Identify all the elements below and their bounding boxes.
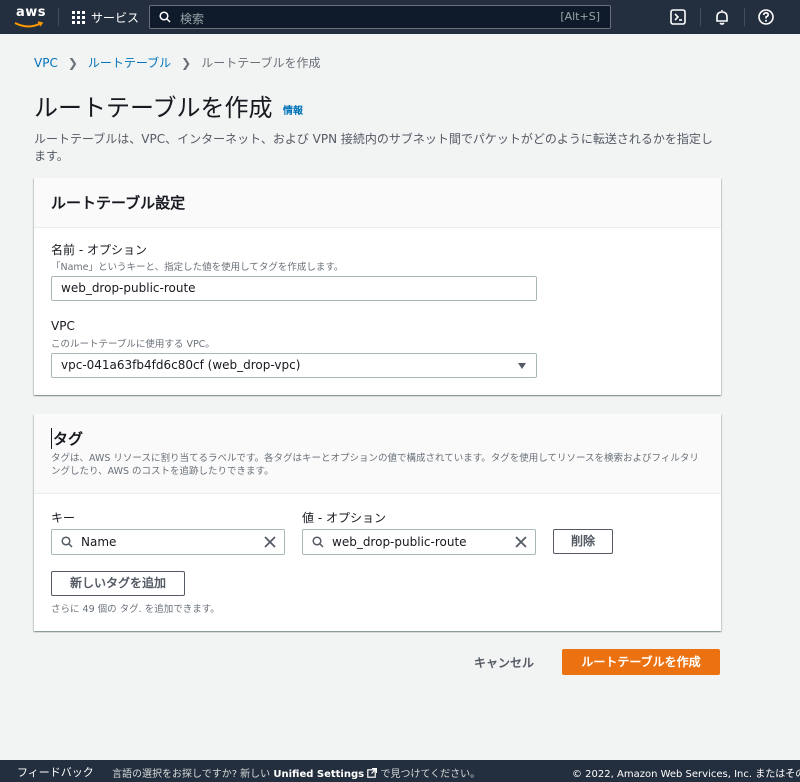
aws-logo-text: aws bbox=[16, 5, 47, 20]
panel-title: ルートテーブル設定 bbox=[51, 194, 186, 212]
page-title: ルートテーブルを作成 bbox=[34, 94, 273, 122]
language-notice: 言語の選択をお探しですか? 新しい Unified Settings で見つけて… bbox=[112, 765, 480, 780]
tags-description: タグは、AWS リソースに割り当てるラベルです。各タグはキーとオプションの値で構… bbox=[51, 453, 699, 477]
grid-icon bbox=[72, 10, 85, 24]
panel-title: タグ bbox=[51, 428, 704, 449]
tags-remaining-hint: さらに 49 個の タグ. を追加できます。 bbox=[51, 604, 220, 615]
name-value: web_drop-public-route bbox=[61, 281, 196, 295]
services-menu[interactable]: サービス bbox=[72, 8, 139, 26]
unified-settings-link[interactable]: Unified Settings bbox=[273, 769, 364, 780]
name-field[interactable]: web_drop-public-route bbox=[51, 276, 537, 301]
aws-logo[interactable]: aws bbox=[14, 4, 46, 30]
clear-icon[interactable] bbox=[264, 536, 276, 548]
name-label: 名前 - オプション bbox=[51, 243, 147, 257]
panel-header: ルートテーブル設定 bbox=[34, 178, 721, 228]
info-link[interactable]: 情報 bbox=[283, 102, 303, 117]
search-icon bbox=[312, 536, 324, 548]
nav-divider bbox=[744, 8, 745, 26]
chevron-right-icon: ❯ bbox=[67, 55, 78, 70]
tag-value-input[interactable]: web_drop-public-route bbox=[302, 529, 536, 555]
top-navigation: aws サービス 検索 [Alt+S] bbox=[0, 0, 800, 34]
nav-divider bbox=[58, 8, 59, 26]
cancel-button[interactable]: キャンセル bbox=[474, 654, 534, 671]
tag-value-value: web_drop-public-route bbox=[332, 535, 467, 549]
footer: フィードバック 言語の選択をお探しですか? 新しい Unified Settin… bbox=[0, 760, 800, 782]
feedback-link[interactable]: フィードバック bbox=[17, 764, 94, 780]
key-label: キー bbox=[51, 511, 76, 525]
vpc-hint: このルートテーブルに使用する VPC。 bbox=[51, 339, 215, 350]
route-table-settings-panel: ルートテーブル設定 名前 - オプション 「Name」というキーと、指定した値を… bbox=[34, 178, 721, 395]
panel-header: タグ タグは、AWS リソースに割り当てるラベルです。各タグはキーとオプションの… bbox=[34, 414, 721, 494]
breadcrumb-current: ルートテーブルを作成 bbox=[201, 56, 321, 70]
search-placeholder: 検索 bbox=[180, 12, 205, 26]
clear-icon[interactable] bbox=[515, 536, 527, 548]
vpc-select[interactable]: vpc-041a63fb4fd6c80cf (web_drop-vpc) bbox=[51, 353, 537, 378]
search-icon bbox=[159, 11, 171, 23]
remove-tag-button[interactable]: 削除 bbox=[553, 529, 613, 554]
breadcrumb-vpc-link[interactable]: VPC bbox=[34, 56, 58, 70]
cloudshell-icon[interactable] bbox=[669, 8, 687, 26]
nav-divider bbox=[700, 8, 701, 26]
vpc-label: VPC bbox=[51, 319, 75, 333]
value-label: 値 - オプション bbox=[302, 511, 386, 525]
tag-key-value: Name bbox=[81, 535, 117, 549]
create-route-table-button[interactable]: ルートテーブルを作成 bbox=[562, 649, 720, 675]
name-hint: 「Name」というキーと、指定した値を使用してタグを作成します。 bbox=[51, 262, 344, 273]
search-input[interactable]: 検索 [Alt+S] bbox=[149, 5, 611, 29]
tag-key-input[interactable]: Name bbox=[51, 529, 285, 555]
add-tag-button[interactable]: 新しいタグを追加 bbox=[51, 571, 185, 596]
external-link-icon bbox=[367, 767, 378, 778]
page-description: ルートテーブルは、VPC、インターネット、および VPN 接続内のサブネット間で… bbox=[34, 132, 713, 163]
search-icon bbox=[61, 536, 73, 548]
copyright: © 2022, Amazon Web Services, Inc. またはその関 bbox=[572, 769, 800, 780]
vpc-value: vpc-041a63fb4fd6c80cf (web_drop-vpc) bbox=[61, 358, 301, 372]
bell-icon[interactable] bbox=[713, 8, 731, 26]
chevron-right-icon: ❯ bbox=[181, 55, 192, 70]
services-label: サービス bbox=[91, 10, 140, 25]
caret-down-icon bbox=[518, 363, 526, 369]
search-shortcut: [Alt+S] bbox=[560, 10, 600, 23]
language-notice-prefix: 言語の選択をお探しですか? 新しい bbox=[112, 769, 271, 780]
breadcrumb-route-tables-link[interactable]: ルートテーブル bbox=[88, 54, 171, 71]
tags-panel: タグ タグは、AWS リソースに割り当てるラベルです。各タグはキーとオプションの… bbox=[34, 414, 721, 631]
language-notice-suffix: で見つけてください。 bbox=[380, 769, 481, 780]
help-icon[interactable] bbox=[757, 8, 775, 26]
breadcrumb: VPC ❯ ルートテーブル ❯ ルートテーブルを作成 bbox=[34, 54, 321, 71]
aws-smile-icon bbox=[14, 21, 44, 28]
